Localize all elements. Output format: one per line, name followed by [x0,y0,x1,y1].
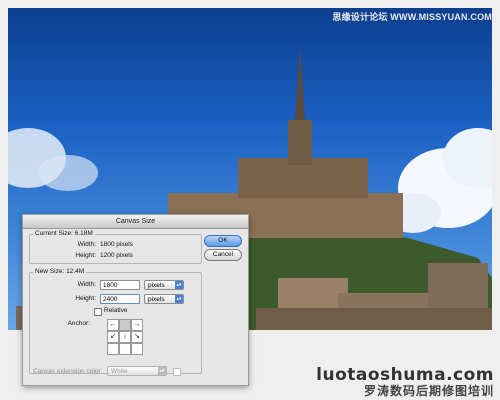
anchor-cell-middle-right[interactable]: ↘ [131,331,143,343]
canvas-size-dialog: Canvas Size Current Size: 6.18M Width: 1… [22,214,249,386]
relative-label: Relative [104,307,128,314]
canvas-extension-color-value: White [111,368,128,375]
watermark-top: 思缘设计论坛 WWW.MISSYUAN.COM [332,12,492,22]
canvas-extension-color-label: Canvas extension color: [33,368,103,375]
current-size-label: Current Size: 6.18M [33,230,95,237]
width-unit-value: pixels [148,282,165,289]
new-height-input[interactable]: 2400 [100,294,140,304]
anchor-cell-middle-left[interactable]: ↙ [107,331,119,343]
new-width-input[interactable]: 1800 [100,280,140,290]
current-width-label: Width: [77,241,96,248]
current-height-label: Height: [75,252,96,259]
ok-button[interactable]: OK [204,235,242,247]
anchor-cell-top-right[interactable]: → [131,319,143,331]
cancel-button[interactable]: Cancel [204,249,242,261]
select-arrows-icon: ▴▾ [175,295,183,303]
width-unit-select[interactable]: pixels ▴▾ [144,280,184,290]
watermark-bottom: luotaoshuma.com 罗涛数码后期修图培训 [316,366,494,398]
anchor-cell-bottom-left[interactable] [107,343,119,355]
select-arrows-icon: ▴▾ [175,281,183,289]
current-size-group: Current Size: 6.18M Width: 1800 pixels H… [29,230,202,264]
anchor-cell-center[interactable]: ↓ [119,331,131,343]
current-width-value: 1800 pixels [100,241,133,248]
anchor-label: Anchor: [67,320,90,327]
color-swatch[interactable] [173,368,181,376]
canvas-extension-color-select[interactable]: White ▴▾ [107,366,167,376]
new-width-label: Width: [77,281,96,288]
anchor-cell-bottom-center[interactable] [119,343,131,355]
anchor-cell-top-left[interactable]: ← [107,319,119,331]
new-height-label: Height: [75,295,96,302]
anchor-grid[interactable]: ← → ↙ ↓ ↘ [107,319,143,355]
new-size-label: New Size: 12.4M [33,268,87,275]
watermark-site: luotaoshuma.com [316,365,494,385]
height-unit-value: pixels [148,296,165,303]
anchor-cell-top-center[interactable] [119,319,131,331]
select-arrows-icon: ▴▾ [158,367,166,375]
relative-checkbox[interactable] [94,308,102,316]
anchor-cell-bottom-right[interactable] [131,343,143,355]
current-height-value: 1200 pixels [100,252,133,259]
dialog-title: Canvas Size [23,215,248,229]
watermark-caption: 罗涛数码后期修图培训 [363,384,494,398]
height-unit-select[interactable]: pixels ▴▾ [144,294,184,304]
